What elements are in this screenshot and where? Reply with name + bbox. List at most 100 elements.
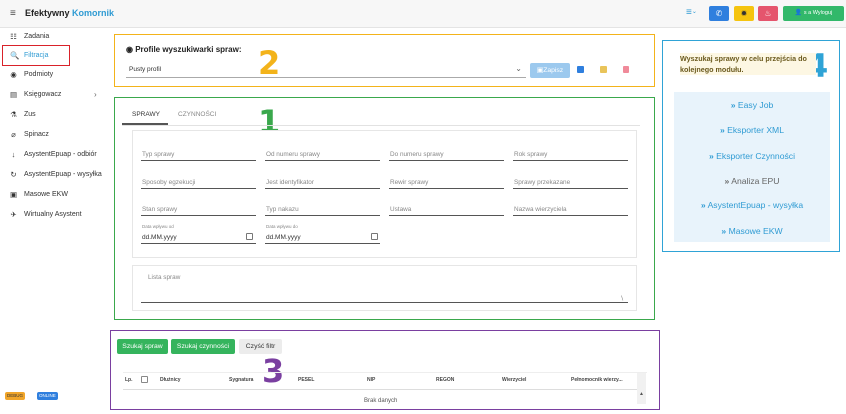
- sidebar-item-zadania[interactable]: ☷ Zadania: [0, 28, 110, 46]
- save-label: Zapisz: [543, 67, 564, 74]
- od-numeru-field[interactable]: Od numeru sprawy: [266, 151, 320, 158]
- fire-icon: ♨: [764, 9, 772, 18]
- column-dluznicy[interactable]: Dłużnicy: [160, 377, 181, 383]
- users-icon: ◉: [126, 45, 133, 54]
- eksporter-czynnosci-label: Eksporter Czynności: [716, 151, 795, 161]
- sidebar-item-masowe-ekw[interactable]: ▣ Masowe EKW: [0, 186, 110, 204]
- ustawa-field[interactable]: Ustawa: [390, 206, 411, 213]
- list-icon: ≡: [686, 7, 692, 18]
- user-name: s a: [803, 10, 812, 16]
- copy-profile-button[interactable]: [576, 65, 586, 75]
- notifications-button[interactable]: ♨: [758, 6, 778, 21]
- calendar-icon[interactable]: [371, 233, 378, 240]
- easy-job-link[interactable]: » Easy Job: [674, 95, 830, 115]
- sidebar-item-ksiegowacz[interactable]: ▤ Księgowacz ›: [0, 86, 110, 104]
- download-icon: ↓: [11, 150, 16, 159]
- right-panel-heading: Wyszukaj sprawy w celu przejścia do kole…: [680, 53, 816, 75]
- tab-sprawy-label: SPRAWY: [132, 111, 160, 118]
- double-arrow-icon: »: [719, 125, 725, 135]
- rewir-sprawy-field[interactable]: Rewir sprawy: [390, 179, 428, 186]
- data-do-input[interactable]: dd.MM.yyyy: [266, 234, 301, 241]
- lista-spraw-textarea[interactable]: [141, 283, 628, 303]
- sidebar-item-zus[interactable]: ⚗ Zus: [0, 106, 110, 124]
- save-profile-button[interactable]: ▣Zapisz: [530, 63, 570, 78]
- tasks-list-icon: ☷: [10, 32, 17, 41]
- resize-handle-icon[interactable]: ∖: [620, 295, 624, 302]
- online-label: ONLINE: [39, 393, 56, 398]
- masowe-ekw-link[interactable]: » Masowe EKW: [674, 221, 830, 241]
- user-logout-button[interactable]: 👤 s a Wyloguj: [783, 6, 844, 21]
- send-icon: ↻: [10, 170, 17, 179]
- table-scrollbar[interactable]: ▲: [637, 373, 646, 404]
- column-sygnatura[interactable]: Sygnatura: [229, 377, 253, 383]
- gear-icon: ✹: [740, 9, 748, 18]
- sidebar-item-epuap-odbior[interactable]: ↓ AsystentEpuap - odbiór: [0, 146, 110, 164]
- list-menu-icon[interactable]: ≡⌄: [686, 7, 697, 18]
- scroll-up-icon[interactable]: ▲: [639, 391, 644, 397]
- search-icon: 🔍: [10, 51, 20, 60]
- tab-sprawy[interactable]: SPRAWY: [122, 105, 168, 125]
- select-all-checkbox[interactable]: [141, 376, 148, 383]
- analiza-epu-label: Analiza EPU: [731, 176, 780, 186]
- settings-button[interactable]: ✹: [734, 6, 754, 21]
- profile-select[interactable]: Pusty profil ⌄: [126, 62, 526, 78]
- sidebar-item-wirtualny-asystent[interactable]: ✈ Wirtualny Asystent: [0, 206, 110, 224]
- sidebar-item-epuap-wysylka[interactable]: ↻ AsystentEpuap - wysyłka: [0, 166, 110, 184]
- phone-button[interactable]: ✆: [709, 6, 729, 21]
- paperclip-icon: ⌀: [11, 130, 16, 139]
- chevron-down-icon: ⌄: [515, 64, 522, 73]
- masowe-ekw-label: Masowe EKW: [728, 226, 783, 236]
- app-brand[interactable]: Efektywny Komornik: [25, 8, 114, 18]
- database-icon: ▣: [9, 190, 18, 199]
- stan-underline: [141, 215, 256, 216]
- sidebar-item-label: AsystentEpuap - odbiór: [24, 151, 97, 158]
- sidebar-item-label: Wirtualny Asystent: [24, 211, 82, 218]
- top-bar: ≡ Efektywny Komornik ≡⌄ ✆ ✹ ♨ 👤 s a Wylo…: [0, 0, 846, 28]
- sidebar-item-label: AsystentEpuap - wysyłka: [24, 171, 102, 178]
- column-pelnomocnik[interactable]: Pełnomocnik wierzy...: [571, 377, 623, 383]
- rok-sprawy-field[interactable]: Rok sprawy: [514, 151, 547, 158]
- data-od-label: Data wpływu od: [142, 224, 174, 229]
- column-nip[interactable]: NIP: [367, 377, 375, 383]
- tabs-divider: [122, 125, 640, 126]
- chevron-down-icon: ⌄: [691, 9, 697, 15]
- eksporter-xml-link[interactable]: » Eksporter XML: [674, 120, 830, 140]
- delete-profile-button[interactable]: [621, 65, 631, 75]
- szukaj-spraw-button[interactable]: Szukaj spraw: [117, 339, 168, 354]
- user-icon: 👤: [794, 10, 803, 16]
- profile-select-value: Pusty profil: [129, 66, 162, 73]
- double-arrow-icon: »: [700, 200, 706, 210]
- tab-czynnosci[interactable]: CZYNNOŚCI: [170, 105, 226, 125]
- edit-profile-button[interactable]: [599, 65, 609, 75]
- double-arrow-icon: »: [724, 176, 730, 186]
- eksporter-czynnosci-link[interactable]: » Eksporter Czynności: [674, 146, 830, 166]
- data-od-input[interactable]: dd.MM.yyyy: [142, 234, 177, 241]
- jest-identyfikator-field[interactable]: Jest identyfikator: [266, 179, 314, 186]
- sidebar-item-label: Masowe EKW: [24, 191, 68, 198]
- sidebar-item-podmioty[interactable]: ◉ Podmioty: [0, 66, 110, 84]
- hamburger-menu-icon[interactable]: ≡: [10, 8, 16, 19]
- zus-icon: ⚗: [10, 110, 17, 119]
- debug-badge: DEBUG: [5, 392, 26, 400]
- sidebar-item-filtracja[interactable]: 🔍 Filtracja: [2, 45, 70, 66]
- typ-nakazu-field[interactable]: Typ nakazu: [266, 206, 299, 213]
- calendar-icon[interactable]: [246, 233, 253, 240]
- jest-id-underline: [265, 188, 380, 189]
- do-numeru-field[interactable]: Do numeru sprawy: [390, 151, 444, 158]
- column-regon[interactable]: REGON: [436, 377, 454, 383]
- epuap-wysylka-link[interactable]: » AsystentEpuap - wysyłka: [674, 195, 830, 215]
- stan-sprawy-field[interactable]: Stan sprawy: [142, 206, 177, 213]
- sposoby-egzekucji-field[interactable]: Sposoby egzekucji: [142, 179, 195, 186]
- column-pesel[interactable]: PESEL: [298, 377, 314, 383]
- szukaj-czynnosci-button[interactable]: Szukaj czynności: [171, 339, 235, 354]
- accounting-icon: ▤: [9, 90, 18, 99]
- phone-icon: ✆: [715, 9, 723, 18]
- analiza-epu-link[interactable]: » Analiza EPU: [674, 171, 830, 191]
- sprawy-przekazane-field[interactable]: Sprawy przekazane: [514, 179, 570, 186]
- sidebar-item-spinacz[interactable]: ⌀ Spinacz: [0, 126, 110, 144]
- rok-sprawy-underline: [513, 160, 628, 161]
- nazwa-wierzyciela-field[interactable]: Nazwa wierzyciela: [514, 206, 567, 213]
- column-wierzyciel[interactable]: Wierzyciel: [502, 377, 526, 383]
- typ-sprawy-field[interactable]: Typ sprawy: [142, 151, 174, 158]
- czysc-filtr-button[interactable]: Czyść filtr: [239, 339, 282, 354]
